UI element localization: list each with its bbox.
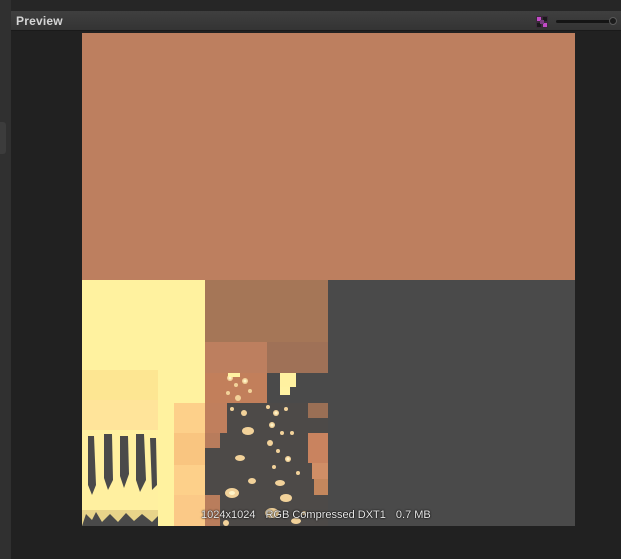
left-dock-strip [0, 0, 11, 559]
preview-header: Preview [11, 11, 621, 31]
texture-preview [82, 33, 575, 526]
mip-level-1-pattern [82, 430, 158, 526]
texture-size: 0.7 MB [395, 509, 431, 521]
mip-level-2-detail [312, 463, 328, 479]
mip-level-3 [280, 373, 296, 387]
mip-background [328, 280, 575, 526]
mip-level-2-detail [314, 479, 328, 495]
dock-resize-handle[interactable] [0, 122, 6, 154]
mip-level-2-detail [205, 433, 220, 448]
preview-title: Preview [16, 14, 63, 28]
mip-level-1-detail [82, 400, 158, 430]
mip-level-0 [82, 33, 575, 280]
rgb-channel-icon[interactable] [536, 15, 548, 28]
texture-resolution: 1024x1024 [201, 509, 256, 521]
mip-level-slider[interactable] [556, 17, 617, 25]
mip-level-2 [205, 280, 328, 342]
preview-panel: Preview 1024x1024 RGB Compressed DXT1 0.… [11, 0, 621, 559]
mip-level-2-detail [205, 342, 267, 373]
mip-level-2-detail [267, 342, 328, 373]
texture-format: RGB Compressed DXT1 [265, 509, 386, 521]
mip-level-slider-thumb[interactable] [609, 17, 617, 25]
panel-top-edge [11, 0, 621, 11]
texture-info-label: 1024x1024 RGB Compressed DXT1 0.7 MB [201, 509, 441, 521]
mip-level-1-detail [174, 433, 205, 465]
mip-level-2-pattern [223, 373, 306, 526]
